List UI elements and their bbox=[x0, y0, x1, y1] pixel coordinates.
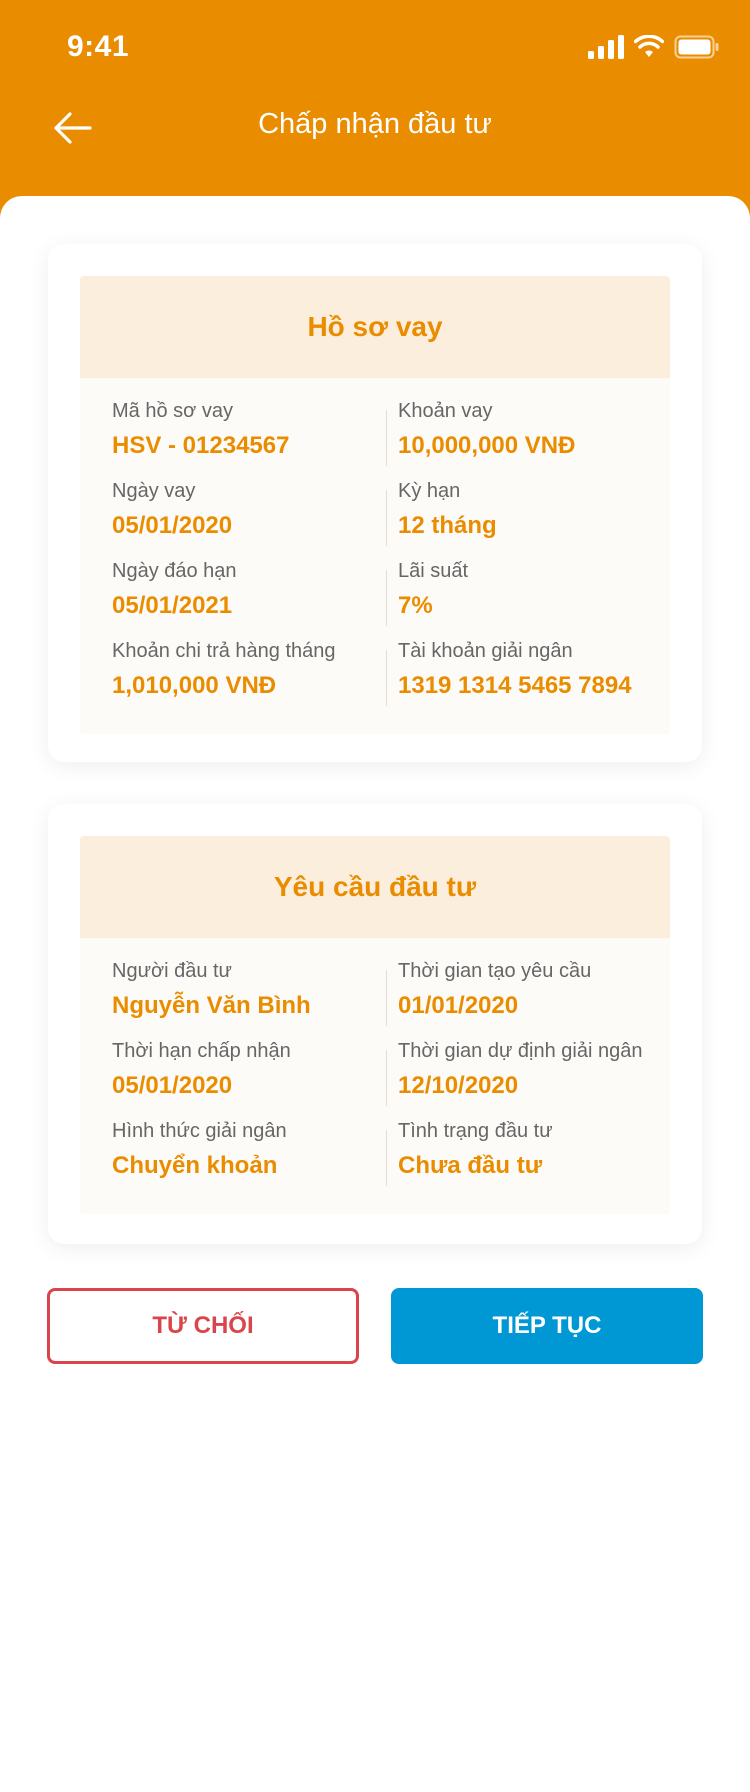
maturity-date-value: 05/01/2021 bbox=[112, 592, 233, 619]
invest-row: Người đầu tư Nguyễn Văn Bình Thời gian tạ… bbox=[80, 958, 670, 1038]
loan-amount-label: Khoản vay bbox=[398, 400, 493, 422]
loan-card-title: Hồ sơ vay bbox=[80, 276, 670, 378]
divider bbox=[386, 570, 387, 626]
loan-amount-value: 10,000,000 VNĐ bbox=[398, 432, 576, 459]
disbursement-method-label: Hình thức giải ngân bbox=[112, 1120, 287, 1142]
invest-card-title: Yêu cầu đầu tư bbox=[80, 836, 670, 938]
loan-code-label: Mã hồ sơ vay bbox=[112, 400, 233, 422]
wifi-icon bbox=[634, 35, 664, 57]
investor-label: Người đầu tư bbox=[112, 960, 232, 982]
interest-rate-value: 7% bbox=[398, 592, 433, 619]
investment-status-label: Tình trạng đầu tư bbox=[398, 1120, 553, 1142]
loan-row: Mã hồ sơ vay HSV - 01234567 Khoản vay 10,0… bbox=[80, 398, 670, 478]
interest-rate-label: Lãi suất bbox=[398, 560, 469, 582]
request-created-value: 01/01/2020 bbox=[398, 992, 519, 1019]
request-created-label: Thời gian tạo yêu cầu bbox=[398, 960, 592, 982]
invest-row: Thời hạn chấp nhận 05/01/2020 Thời gian d… bbox=[80, 1038, 670, 1118]
investor-value: Nguyễn Văn Bình bbox=[112, 992, 311, 1019]
status-time: 9:41 bbox=[67, 30, 130, 63]
investment-status-value: Chưa đầu tư bbox=[398, 1152, 543, 1179]
battery-icon bbox=[674, 35, 719, 59]
disbursement-account-value: 1319 1314 5465 7894 bbox=[398, 672, 632, 699]
loan-date-label: Ngày vay bbox=[112, 480, 196, 502]
loan-term-value: 12 tháng bbox=[398, 512, 497, 539]
loan-row: Khoản chi trả hàng tháng 1,010,000 VNĐ Tà… bbox=[80, 638, 670, 718]
invest-row: Hình thức giải ngân Chuyển khoản Tình trạ… bbox=[80, 1118, 670, 1198]
monthly-payment-value: 1,010,000 VNĐ bbox=[112, 672, 277, 699]
loan-row: Ngày vay 05/01/2020 Kỳ hạn 12 tháng bbox=[80, 478, 670, 558]
loan-code-value: HSV - 01234567 bbox=[112, 432, 290, 459]
divider bbox=[386, 490, 387, 546]
loan-date-value: 05/01/2020 bbox=[112, 512, 233, 539]
loan-term-label: Kỳ hạn bbox=[398, 480, 461, 502]
acceptance-deadline-value: 05/01/2020 bbox=[112, 1072, 233, 1099]
loan-card-body: Hồ sơ vay Mã hồ sơ vay HSV - 01234567 Kho… bbox=[80, 276, 670, 734]
loan-row: Ngày đáo hạn 05/01/2021 Lãi suất 7% bbox=[80, 558, 670, 638]
acceptance-deadline-label: Thời hạn chấp nhận bbox=[112, 1040, 291, 1062]
loan-card: Hồ sơ vay Mã hồ sơ vay HSV - 01234567 Kho… bbox=[48, 244, 702, 762]
page-title: Chấp nhận đầu tư bbox=[258, 108, 492, 140]
divider bbox=[386, 410, 387, 466]
planned-disbursement-label: Thời gian dự định giải ngân bbox=[398, 1040, 643, 1062]
maturity-date-label: Ngày đáo hạn bbox=[112, 560, 237, 582]
invest-card-body: Yêu cầu đầu tư Người đầu tư Nguyễn Văn Bì… bbox=[80, 836, 670, 1214]
reject-button[interactable]: TỪ CHỐI bbox=[47, 1288, 359, 1364]
disbursement-account-label: Tài khoản giải ngân bbox=[398, 640, 573, 662]
disbursement-method-value: Chuyển khoản bbox=[112, 1152, 278, 1179]
divider bbox=[386, 650, 387, 706]
invest-card: Yêu cầu đầu tư Người đầu tư Nguyễn Văn Bì… bbox=[48, 804, 702, 1244]
divider bbox=[386, 970, 387, 1026]
divider bbox=[386, 1050, 387, 1106]
signal-icon bbox=[588, 35, 624, 59]
content-sheet: Hồ sơ vay Mã hồ sơ vay HSV - 01234567 Kho… bbox=[0, 196, 750, 1792]
continue-button[interactable]: TIẾP TỤC bbox=[391, 1288, 703, 1364]
planned-disbursement-value: 12/10/2020 bbox=[398, 1072, 519, 1099]
monthly-payment-label: Khoản chi trả hàng tháng bbox=[112, 640, 336, 662]
divider bbox=[386, 1130, 387, 1186]
status-icons bbox=[588, 34, 720, 60]
